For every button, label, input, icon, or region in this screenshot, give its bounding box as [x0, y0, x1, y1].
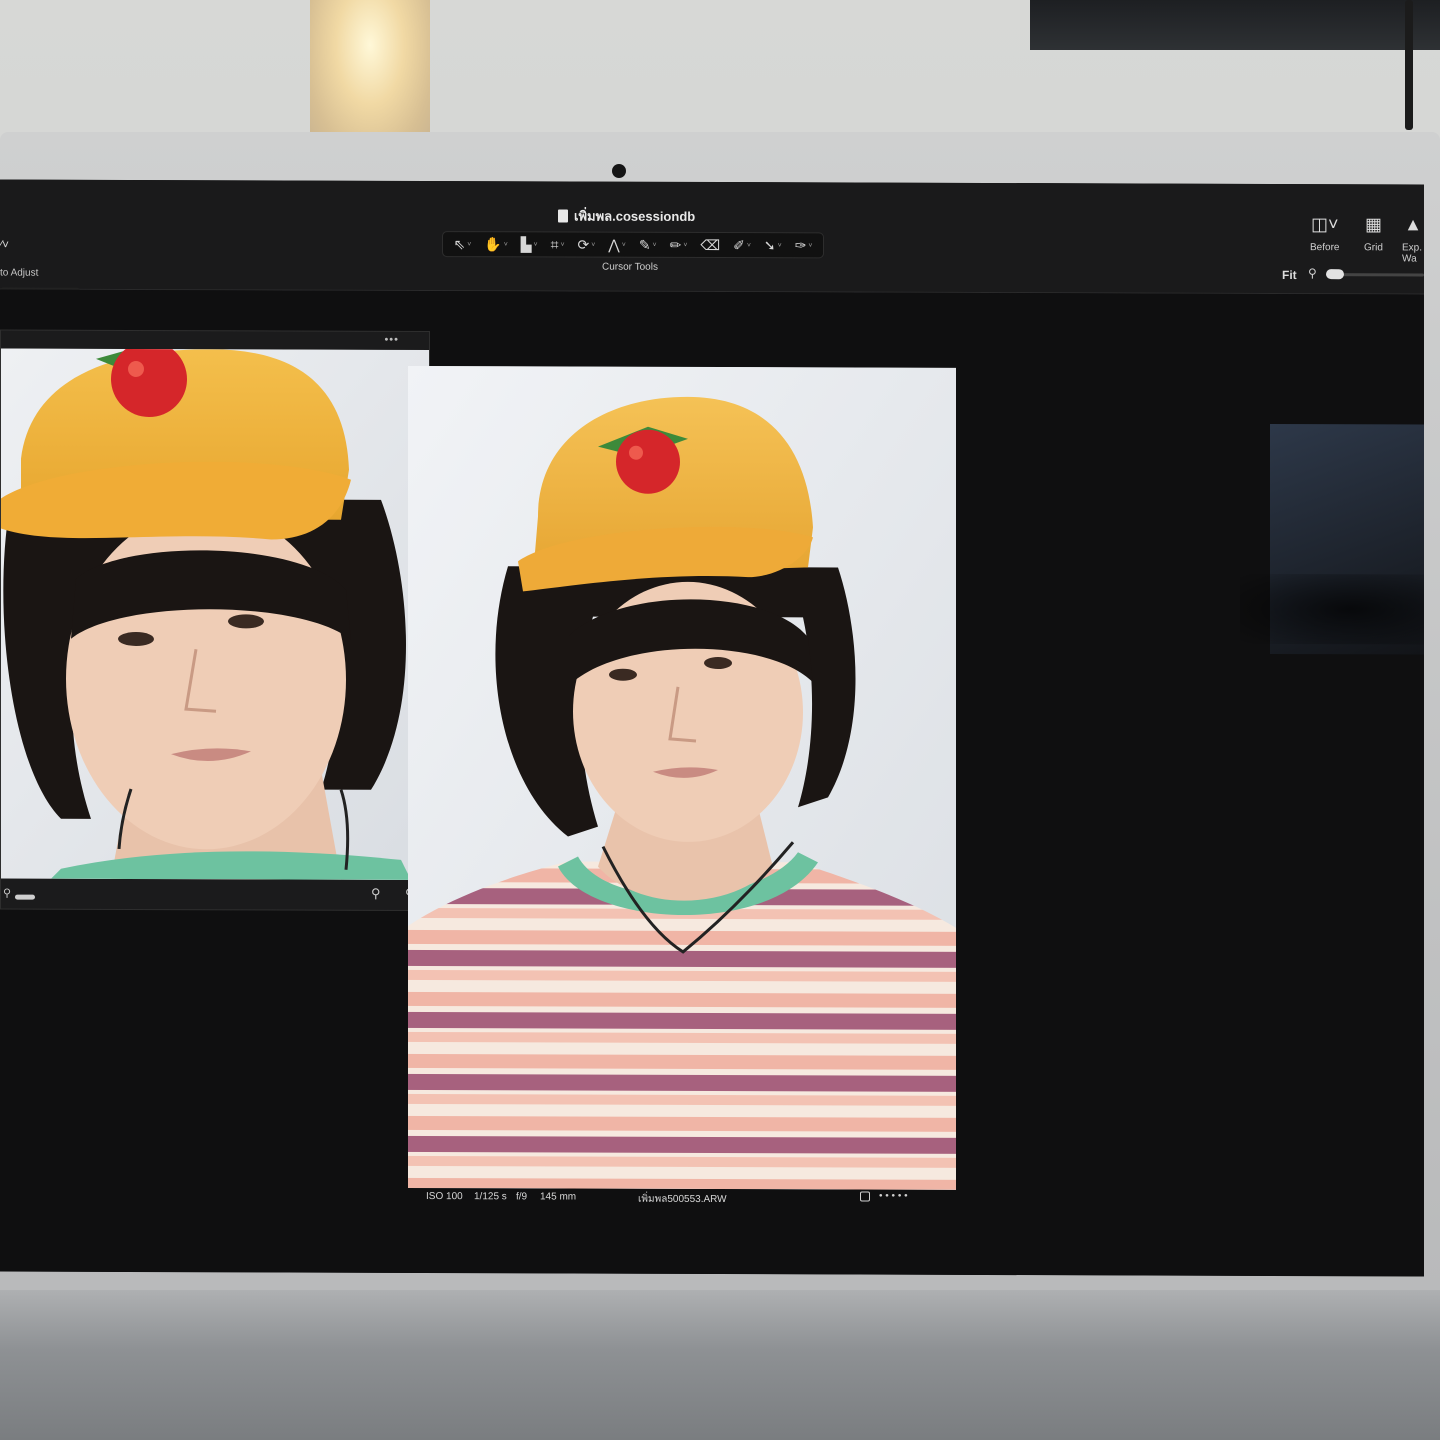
before-label: Before [1310, 242, 1340, 254]
monitor-screen: เพิ่มพล.cosessiondb ⁄˅ to Adjust ackgrou… [0, 179, 1424, 1277]
webcam [612, 164, 626, 178]
warning-icon: ▲ [1404, 214, 1422, 235]
iso-value: ISO 100 [426, 1191, 463, 1203]
document-title: เพิ่มพล.cosessiondb [558, 205, 695, 226]
grid-label: Grid [1364, 242, 1383, 254]
ceiling-shadow [1030, 0, 1440, 50]
title-bar: เพิ่มพล.cosessiondb ⁄˅ to Adjust ackgrou… [0, 179, 1424, 305]
keystone-tool-icon[interactable]: ⋀ ˅ [608, 236, 626, 253]
image-viewer: ••• ⚲ ⚲ ISO 100 1/125 s f/9 145 mm เพิ่ม… [0, 289, 1424, 1277]
star-rating-dots[interactable]: • • • • • [879, 1191, 908, 1202]
crop-tool-icon[interactable]: ⌗ ˅ [551, 236, 565, 253]
focus-window[interactable]: ••• ⚲ ⚲ [0, 329, 430, 912]
document-title-text: เพิ่มพล.cosessiondb [574, 208, 696, 224]
brush-tool-icon[interactable]: ✏ ˅ [670, 236, 688, 253]
zoom-icon: ⚲ [1308, 266, 1317, 281]
rating-controls: • • • • • [860, 1191, 908, 1202]
zoom-in-icon[interactable]: ⚲ [371, 886, 381, 902]
cable [1405, 0, 1413, 130]
rotate-tool-icon[interactable]: ⟳ ˅ [578, 236, 596, 253]
before-button[interactable]: ◫˅ Before [1310, 214, 1339, 253]
reflection-shadow [1240, 573, 1424, 645]
before-after-icon: ◫˅ [1310, 214, 1339, 235]
wall-lamp [310, 0, 430, 150]
focus-window-header: ••• [1, 331, 429, 350]
focus-preview-image [1, 348, 429, 881]
exposure-warning-label: Exp. Wa [1402, 242, 1423, 265]
annotate-tool-icon[interactable]: ➘ ˅ [764, 237, 782, 254]
magic-wand-icon[interactable]: ⁄˅ [0, 238, 9, 252]
image-filename: เพิ่มพล500553.ARW [638, 1193, 727, 1206]
focus-window-footer: ⚲ ⚲ ⚲ [1, 881, 429, 910]
aperture-value: f/9 [516, 1191, 528, 1203]
main-preview-image[interactable] [408, 365, 956, 1190]
loupe-tool-icon[interactable]: ▙ ˅ [521, 236, 538, 253]
select-checkbox[interactable] [860, 1191, 870, 1202]
portrait-closeup-illustration [1, 348, 429, 881]
zoom-out-icon[interactable]: ⚲ [3, 887, 11, 900]
more-icon[interactable]: ••• [384, 334, 399, 346]
pen-tool-icon[interactable]: ✑ ˅ [795, 237, 813, 254]
exposure-warning-button[interactable]: ▲ Exp. Wa [1402, 214, 1424, 264]
grid-icon: ▦ [1364, 214, 1382, 235]
shutter-value: 1/125 s [474, 1191, 507, 1203]
focus-zoom-slider[interactable] [15, 894, 35, 900]
focal-length-value: 145 mm [540, 1191, 577, 1203]
zoom-slider[interactable] [1326, 269, 1424, 280]
gradient-tool-icon[interactable]: ✐ ˅ [733, 237, 751, 254]
document-icon [558, 209, 568, 223]
adjust-label: to Adjust [0, 267, 39, 279]
portrait-illustration [408, 365, 956, 1190]
picker-tool-icon[interactable]: ✎ ˅ [639, 236, 657, 253]
select-tool-icon[interactable]: ⇖ ˅ [453, 236, 471, 253]
cursor-tools-label: Cursor Tools [602, 261, 658, 273]
cursor-tools-bar: ⇖ ˅ ✋ ˅ ▙ ˅ ⌗ ˅ ⟳ ˅ ⋀ ˅ ✎ ˅ ✏ ˅ ⌫ ✐ ˅ ➘ ˅ ✑ ˅ [442, 231, 824, 259]
pan-tool-icon[interactable]: ✋ ˅ [484, 236, 508, 253]
zoom-slider-knob[interactable] [1326, 269, 1344, 280]
grid-button[interactable]: ▦ Grid [1364, 214, 1383, 253]
eraser-tool-icon[interactable]: ⌫ [700, 236, 720, 253]
fit-button[interactable]: Fit [1282, 268, 1297, 282]
monitor-chin [0, 1290, 1440, 1440]
